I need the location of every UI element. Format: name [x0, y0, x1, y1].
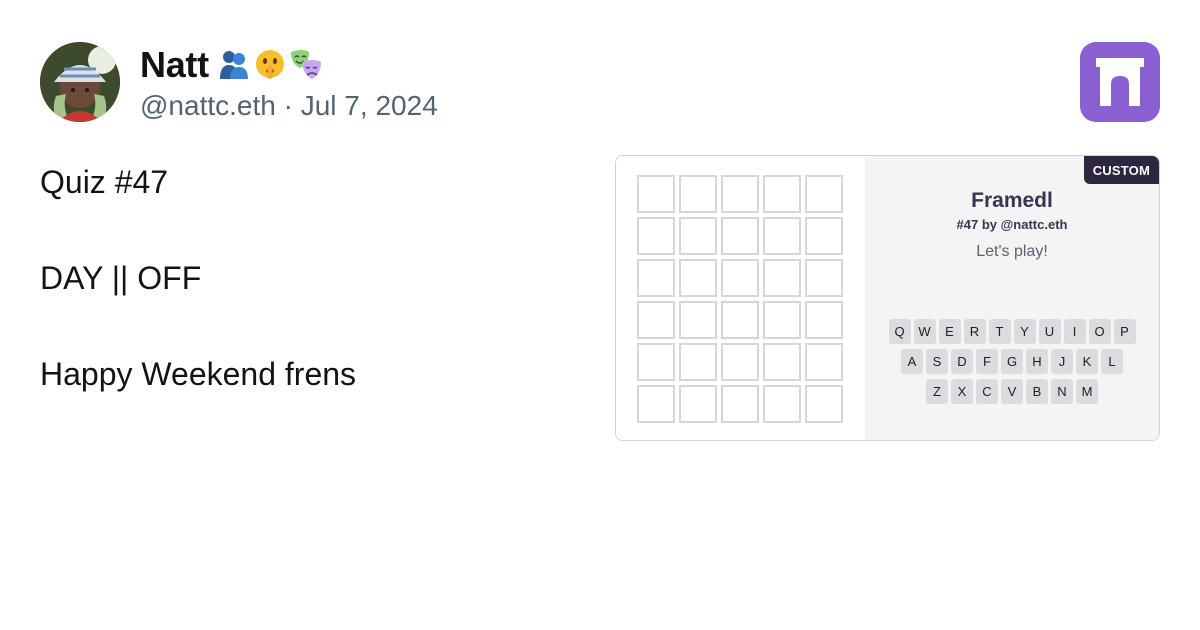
grid-cell [721, 217, 759, 255]
grid-cell [679, 343, 717, 381]
grid-cell [763, 385, 801, 423]
post-body: Quiz #47 DAY || OFF Happy Weekend frens [40, 158, 356, 398]
grid-cell [805, 259, 843, 297]
grid-cell [637, 175, 675, 213]
grid-cell [637, 343, 675, 381]
grid-cell [763, 259, 801, 297]
author-handle[interactable]: @nattc.eth [140, 90, 276, 121]
grid-cell [679, 385, 717, 423]
post-line: Happy Weekend frens [40, 356, 357, 392]
game-info-panel: CUSTOM Framedl #47 by @nattc.eth Let's p… [865, 156, 1159, 440]
grid-cell [763, 175, 801, 213]
author-display-name[interactable]: Natt [140, 44, 209, 86]
key-c[interactable]: C [976, 379, 998, 404]
name-emojis [217, 48, 323, 82]
grid-cell [805, 301, 843, 339]
avatar[interactable] [40, 42, 120, 122]
framedl-embed-card[interactable]: CUSTOM Framedl #47 by @nattc.eth Let's p… [615, 155, 1160, 441]
grid-cell [805, 343, 843, 381]
author-meta-row: @nattc.eth · Jul 7, 2024 [140, 90, 438, 122]
key-y[interactable]: Y [1013, 319, 1036, 344]
key-x[interactable]: X [951, 379, 973, 404]
grid-cell [679, 175, 717, 213]
meta-separator: · [283, 90, 293, 121]
author-name-row: Natt [140, 44, 323, 86]
game-subtitle: #47 by @nattc.eth [956, 217, 1068, 232]
key-p[interactable]: P [1113, 319, 1136, 344]
grid-cell [763, 217, 801, 255]
grid-cell [763, 301, 801, 339]
key-t[interactable]: T [988, 319, 1011, 344]
key-z[interactable]: Z [926, 379, 948, 404]
grid-cell [721, 385, 759, 423]
key-n[interactable]: N [1051, 379, 1073, 404]
key-d[interactable]: D [951, 349, 973, 374]
grid-cell [721, 259, 759, 297]
key-h[interactable]: H [1026, 349, 1048, 374]
key-r[interactable]: R [963, 319, 986, 344]
key-b[interactable]: B [1026, 379, 1048, 404]
key-f[interactable]: F [976, 349, 998, 374]
key-o[interactable]: O [1088, 319, 1111, 344]
grid-cell [679, 259, 717, 297]
post-line: Quiz #47 [40, 164, 169, 200]
key-k[interactable]: K [1076, 349, 1098, 374]
framedl-logo[interactable] [1080, 42, 1160, 122]
keyboard-row: ZXCVBNM [865, 379, 1159, 404]
custom-badge: CUSTOM [1083, 156, 1159, 184]
grid-cell [721, 175, 759, 213]
avatar-image [40, 42, 120, 122]
key-w[interactable]: W [913, 319, 936, 344]
key-m[interactable]: M [1076, 379, 1098, 404]
key-a[interactable]: A [901, 349, 923, 374]
grid-cell [721, 343, 759, 381]
key-s[interactable]: S [926, 349, 948, 374]
grid-cell [805, 175, 843, 213]
game-prompt: Let's play! [976, 243, 1048, 260]
grid-cell [721, 301, 759, 339]
key-u[interactable]: U [1038, 319, 1061, 344]
letter-grid [637, 175, 843, 423]
grid-cell [637, 301, 675, 339]
grid-cell [805, 385, 843, 423]
keyboard-row: ASDFGHJKL [865, 349, 1159, 374]
grid-cell [637, 217, 675, 255]
post-line: DAY || OFF [40, 260, 202, 296]
framedl-arch-icon [1096, 58, 1144, 106]
game-board-panel [616, 156, 865, 440]
game-title: Framedl [971, 189, 1053, 212]
key-e[interactable]: E [938, 319, 961, 344]
post-date[interactable]: Jul 7, 2024 [301, 90, 438, 121]
performing-arts-icon [290, 50, 321, 79]
key-l[interactable]: L [1101, 349, 1123, 374]
on-screen-keyboard: QWERTYUIOP ASDFGHJKL ZXCVBNM [865, 319, 1159, 409]
key-i[interactable]: I [1063, 319, 1086, 344]
grid-cell [679, 217, 717, 255]
key-j[interactable]: J [1051, 349, 1073, 374]
grid-cell [805, 217, 843, 255]
grid-cell [637, 385, 675, 423]
key-v[interactable]: V [1001, 379, 1023, 404]
shushing-face-icon [255, 50, 284, 79]
grid-cell [637, 259, 675, 297]
keyboard-row: QWERTYUIOP [865, 319, 1159, 344]
grid-cell [679, 301, 717, 339]
grid-cell [763, 343, 801, 381]
people-hugging-icon [219, 51, 248, 79]
key-g[interactable]: G [1001, 349, 1023, 374]
key-q[interactable]: Q [888, 319, 911, 344]
